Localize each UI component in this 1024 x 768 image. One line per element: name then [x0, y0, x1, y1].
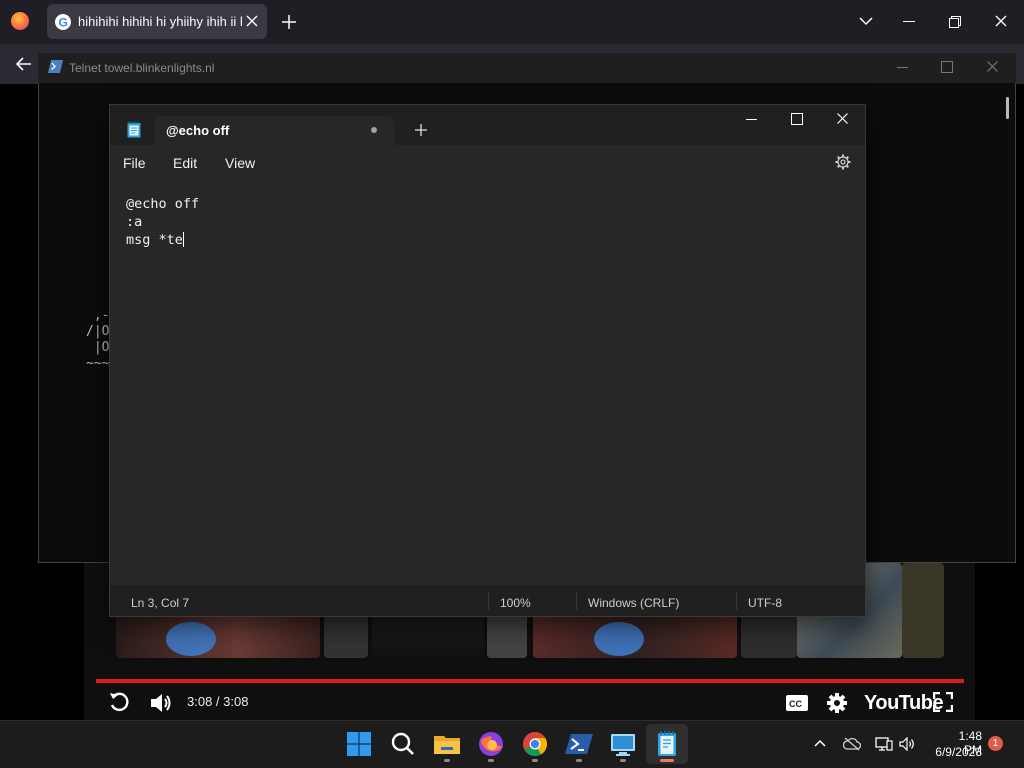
- captions-icon[interactable]: CC: [786, 695, 808, 711]
- video-time: 3:08 / 3:08: [187, 694, 249, 709]
- notepad-menubar: [110, 145, 865, 181]
- tab-close-icon[interactable]: [246, 15, 258, 27]
- powershell-icon: [48, 60, 63, 73]
- notification-badge[interactable]: 1: [988, 736, 1003, 751]
- svg-text:G: G: [59, 16, 68, 30]
- taskbar: [0, 720, 1024, 768]
- status-divider: [488, 592, 489, 610]
- minimize-icon[interactable]: [746, 119, 757, 120]
- speaker-icon[interactable]: [899, 737, 915, 751]
- maximize-icon[interactable]: [791, 113, 803, 125]
- chevron-up-icon[interactable]: [814, 739, 826, 747]
- thumbnail-logo-icon: [594, 622, 644, 656]
- settings-gear-icon[interactable]: [826, 692, 848, 714]
- network-icon[interactable]: [875, 736, 893, 752]
- new-tab-button[interactable]: [282, 15, 296, 29]
- volume-icon[interactable]: [149, 692, 173, 714]
- status-line-ending[interactable]: Windows (CRLF): [588, 596, 679, 610]
- thumbnail[interactable]: [902, 563, 944, 658]
- close-icon[interactable]: [987, 61, 998, 72]
- settings-gear-icon[interactable]: [835, 154, 851, 170]
- clock-date[interactable]: 6/9/2023: [930, 745, 982, 759]
- status-encoding[interactable]: UTF-8: [748, 596, 782, 610]
- telnet-window-title: Telnet towel.blinkenlights.nl: [69, 61, 215, 75]
- menu-file[interactable]: File: [123, 155, 146, 171]
- telnet-ascii-art: ,- /|O |O ~~~: [86, 308, 110, 371]
- editor-text: @echo off :a msg *te: [126, 196, 200, 248]
- file-explorer-icon[interactable]: [431, 728, 463, 760]
- minimize-icon[interactable]: [897, 67, 908, 68]
- status-divider: [736, 592, 737, 610]
- new-tab-button[interactable]: [415, 124, 427, 136]
- onedrive-cloud-icon[interactable]: [843, 737, 861, 751]
- running-indicator: [488, 759, 494, 762]
- close-icon[interactable]: [837, 113, 848, 124]
- notepad-app-icon: [127, 121, 141, 138]
- browser-tab-title: hihihihi hihihi hi yhiihy ihih ii hi: [78, 14, 242, 29]
- menu-edit[interactable]: Edit: [173, 155, 197, 171]
- video-progress-bar[interactable]: [96, 679, 964, 683]
- notepad-tab-title: @echo off: [166, 123, 230, 138]
- google-favicon-icon: G: [55, 14, 71, 30]
- chrome-icon[interactable]: [519, 728, 551, 760]
- status-zoom[interactable]: 100%: [500, 596, 531, 610]
- powershell-icon[interactable]: [563, 728, 595, 760]
- youtube-logo[interactable]: YouTube: [864, 692, 944, 715]
- unsaved-dot-icon[interactable]: [371, 127, 377, 133]
- fullscreen-icon[interactable]: [933, 692, 953, 712]
- running-indicator: [620, 759, 626, 762]
- running-indicator: [444, 759, 450, 762]
- svg-text:CC: CC: [789, 699, 802, 709]
- status-position: Ln 3, Col 7: [131, 596, 190, 610]
- thumbnail-logo-icon: [166, 622, 216, 656]
- chevron-down-icon[interactable]: [859, 17, 873, 26]
- notepad-icon[interactable]: [651, 728, 683, 760]
- menu-view[interactable]: View: [225, 155, 255, 171]
- replay-icon[interactable]: [108, 691, 130, 713]
- maximize-icon[interactable]: [941, 61, 953, 73]
- notepad-text-content[interactable]: @echo off :a msg *te: [126, 195, 199, 249]
- restore-icon[interactable]: [949, 16, 961, 28]
- search-icon[interactable]: [387, 728, 419, 760]
- firefox-menu-icon[interactable]: [11, 12, 29, 30]
- close-icon[interactable]: [995, 15, 1007, 27]
- remote-desktop-icon[interactable]: [607, 728, 639, 760]
- active-indicator: [660, 759, 674, 762]
- status-divider: [576, 592, 577, 610]
- running-indicator: [532, 759, 538, 762]
- back-arrow-icon[interactable]: [16, 57, 32, 71]
- firefox-icon[interactable]: [475, 728, 507, 760]
- notepad-editor[interactable]: [110, 181, 865, 585]
- windows-start-icon[interactable]: [343, 728, 375, 760]
- minimize-icon[interactable]: [903, 21, 915, 22]
- running-indicator: [576, 759, 582, 762]
- scrollbar[interactable]: [1006, 97, 1009, 119]
- text-cursor: [182, 232, 184, 247]
